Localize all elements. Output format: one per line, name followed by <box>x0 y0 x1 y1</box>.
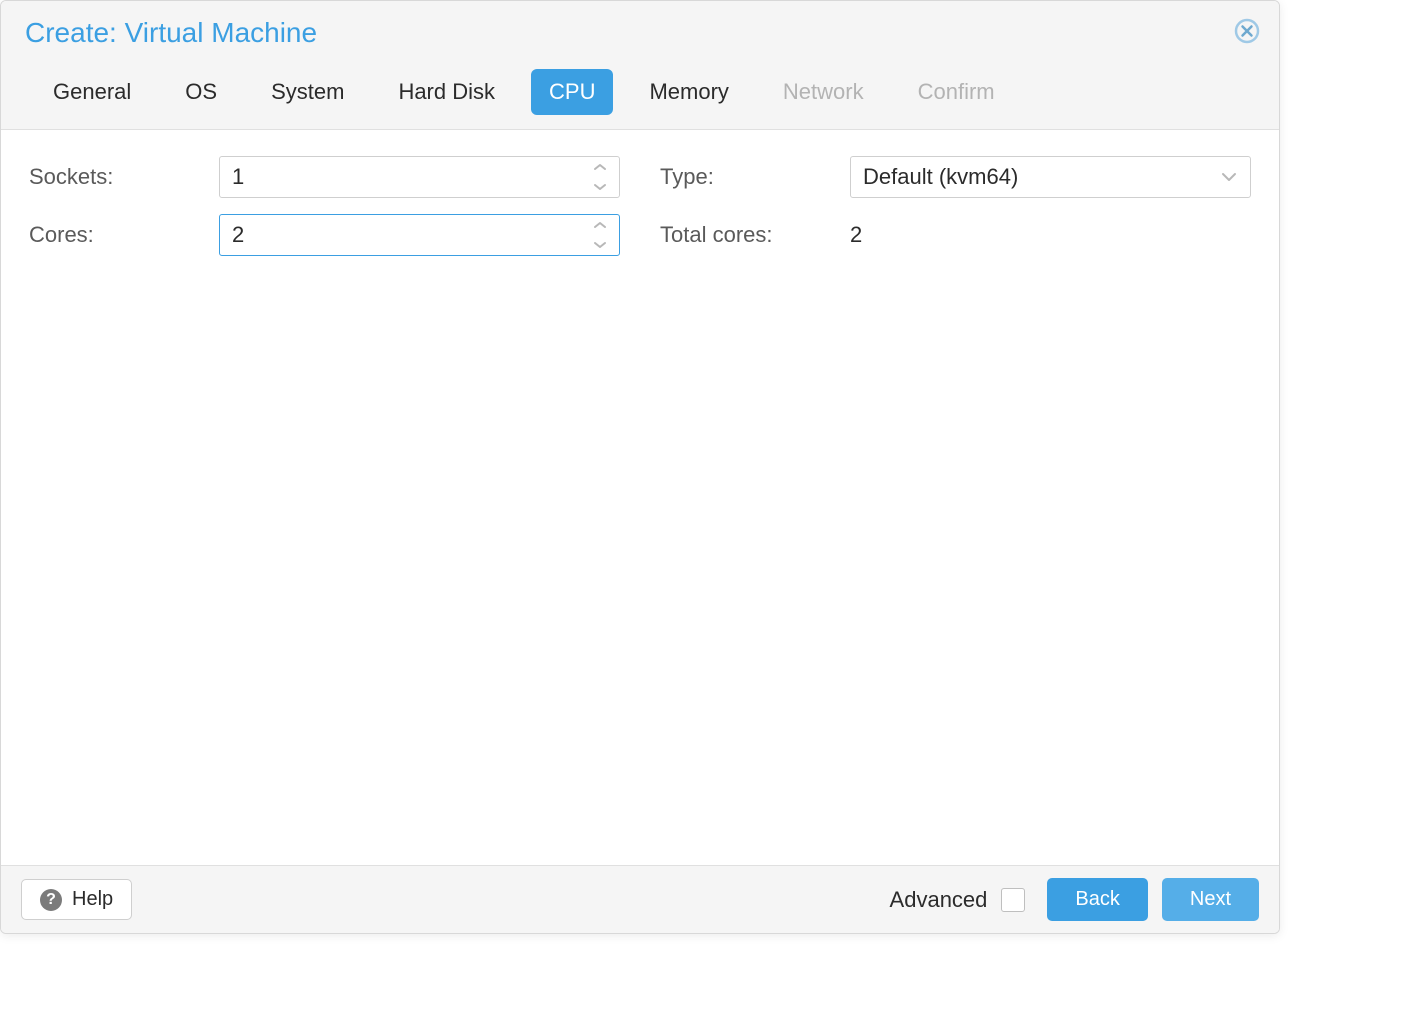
tab-os[interactable]: OS <box>167 69 235 115</box>
help-button[interactable]: ? Help <box>21 879 132 920</box>
close-icon <box>1234 18 1260 49</box>
chevron-up-icon <box>593 216 607 234</box>
tab-system[interactable]: System <box>253 69 362 115</box>
dialog-footer: ? Help Advanced Back Next <box>1 865 1279 933</box>
chevron-down-icon <box>593 236 607 254</box>
cpu-form: Sockets: Type: Def <box>29 156 1251 256</box>
tab-network: Network <box>765 69 882 115</box>
cores-label: Cores: <box>29 222 219 248</box>
dialog-header: Create: Virtual Machine General OS Syste… <box>1 1 1279 130</box>
tab-memory[interactable]: Memory <box>631 69 746 115</box>
chevron-up-icon <box>593 158 607 176</box>
tab-cpu[interactable]: CPU <box>531 69 613 115</box>
help-icon: ? <box>40 889 62 911</box>
type-row: Type: Default (kvm64) <box>660 156 1251 198</box>
type-select[interactable]: Default (kvm64) <box>850 156 1251 198</box>
cores-spinner[interactable] <box>587 216 619 254</box>
next-button[interactable]: Next <box>1162 878 1259 921</box>
cores-field[interactable] <box>219 214 620 256</box>
dialog-body: Sockets: Type: Def <box>1 130 1279 865</box>
chevron-down-icon <box>1220 172 1238 182</box>
close-button[interactable] <box>1233 19 1261 47</box>
tab-hard-disk[interactable]: Hard Disk <box>380 69 513 115</box>
total-cores-value: 2 <box>850 222 862 248</box>
sockets-input[interactable] <box>220 157 587 197</box>
dialog-title: Create: Virtual Machine <box>1 1 1279 63</box>
sockets-field[interactable] <box>219 156 620 198</box>
chevron-down-icon <box>593 178 607 196</box>
wizard-tabs: General OS System Hard Disk CPU Memory N… <box>1 63 1279 129</box>
advanced-checkbox[interactable] <box>1001 888 1025 912</box>
tab-general[interactable]: General <box>35 69 149 115</box>
back-button[interactable]: Back <box>1047 878 1147 921</box>
cores-input[interactable] <box>220 215 587 255</box>
type-label: Type: <box>660 164 850 190</box>
tab-confirm: Confirm <box>900 69 1013 115</box>
sockets-row: Sockets: <box>29 156 620 198</box>
total-cores-label: Total cores: <box>660 222 850 248</box>
type-value: Default (kvm64) <box>863 164 1220 190</box>
cores-row: Cores: <box>29 214 620 256</box>
total-cores-row: Total cores: 2 <box>660 214 1251 256</box>
sockets-spinner[interactable] <box>587 158 619 196</box>
sockets-label: Sockets: <box>29 164 219 190</box>
create-vm-dialog: Create: Virtual Machine General OS Syste… <box>0 0 1280 934</box>
advanced-label: Advanced <box>890 887 988 913</box>
help-label: Help <box>72 888 113 911</box>
